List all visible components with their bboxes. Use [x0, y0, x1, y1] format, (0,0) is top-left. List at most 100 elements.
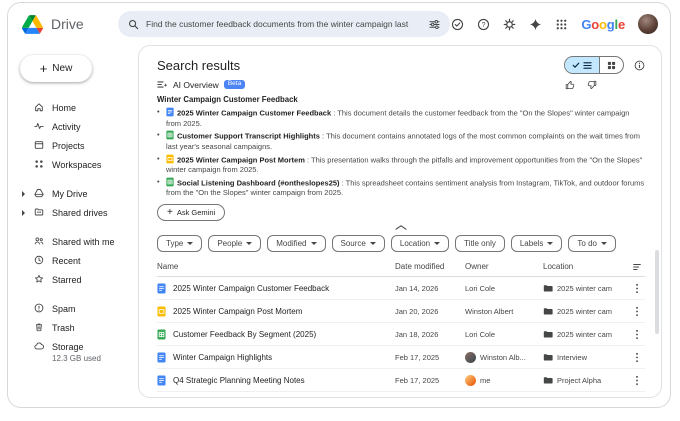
- bullet-dot: •: [157, 130, 160, 140]
- ai-file-link[interactable]: 2025 Winter Campaign Post Mortem: [166, 155, 305, 164]
- location-cell[interactable]: 2025 winter cam: [543, 284, 629, 293]
- filter-chip-modified[interactable]: Modified: [267, 235, 325, 252]
- scrollbar-thumb[interactable]: [655, 250, 659, 334]
- sidebar-item-projects[interactable]: Projects: [18, 136, 136, 155]
- sidebar-item-storage[interactable]: Storage: [18, 337, 136, 356]
- gemini-sparkle-icon[interactable]: [529, 18, 542, 31]
- filter-chip-label: Modified: [276, 239, 306, 248]
- more-options-button[interactable]: [629, 398, 645, 399]
- ask-gemini-button[interactable]: + Ask Gemini: [157, 204, 225, 221]
- settings-gear-icon[interactable]: [503, 18, 516, 31]
- sidebar-item-spam[interactable]: Spam: [18, 299, 136, 318]
- file-table-row[interactable]: Q4 Strategic Planning Meeting NotesFeb 1…: [157, 369, 645, 392]
- apps-grid-icon[interactable]: [555, 18, 568, 31]
- help-icon[interactable]: ?: [477, 18, 490, 31]
- filter-chip-to-do[interactable]: To do: [568, 235, 616, 252]
- location-cell[interactable]: Project Alpha: [543, 376, 629, 385]
- filter-chip-location[interactable]: Location: [391, 235, 449, 252]
- filter-chip-type[interactable]: Type: [157, 235, 202, 252]
- thumbs-up-icon[interactable]: [565, 80, 575, 90]
- sidebar-item-label: Storage: [52, 342, 84, 352]
- file-table-row[interactable]: Customer_Engagement_Success_Story_Agency…: [157, 392, 645, 398]
- folder-icon: [543, 307, 553, 316]
- file-table-row[interactable]: Winter Campaign HighlightsFeb 17, 2025Wi…: [157, 346, 645, 369]
- search-bar[interactable]: [118, 11, 450, 37]
- ai-file-link[interactable]: Social Listening Dashboard (#ontheslopes…: [166, 178, 340, 187]
- filter-chip-label: Title only: [464, 239, 496, 248]
- file-table-row[interactable]: Customer Feedback By Segment (2025)Jan 1…: [157, 323, 645, 346]
- more-options-button[interactable]: [629, 352, 645, 363]
- location-name: 2025 winter cam: [557, 307, 612, 316]
- column-header-date-modified[interactable]: Date modified: [395, 262, 465, 271]
- filter-chip-source[interactable]: Source: [332, 235, 385, 252]
- filter-chip-title-only[interactable]: Title only: [455, 235, 505, 252]
- location-cell[interactable]: 2025 winter cam: [543, 330, 629, 339]
- plus-icon: +: [40, 62, 48, 75]
- search-icon[interactable]: [128, 19, 139, 30]
- ai-file-name: Social Listening Dashboard (#ontheslopes…: [177, 178, 340, 187]
- file-name-cell[interactable]: Customer Feedback By Segment (2025): [157, 329, 395, 340]
- file-name: Winter Campaign Highlights: [173, 353, 272, 362]
- file-name: 2025 Winter Campaign Customer Feedback: [173, 284, 329, 293]
- account-avatar[interactable]: [638, 14, 658, 34]
- list-view-toggle[interactable]: [565, 57, 599, 73]
- more-options-button[interactable]: [629, 329, 645, 340]
- sidebar-item-workspaces[interactable]: Workspaces: [18, 155, 136, 174]
- file-type-icon: [157, 398, 166, 399]
- sidebar-item-shared-with-me[interactable]: Shared with me: [18, 232, 136, 251]
- search-input[interactable]: [146, 19, 422, 29]
- browser-window: Drive ? Google + New HomeActivityProject…: [7, 2, 671, 408]
- grid-view-toggle[interactable]: [599, 57, 623, 73]
- ai-overview-icon: [157, 79, 168, 90]
- sidebar-item-home[interactable]: Home: [18, 98, 136, 117]
- file-name-cell[interactable]: 2025 Winter Campaign Customer Feedback: [157, 283, 395, 294]
- sidebar-item-activity[interactable]: Activity: [18, 117, 136, 136]
- expand-chevron-icon[interactable]: [22, 191, 25, 197]
- folder-icon: [543, 284, 553, 293]
- location-cell[interactable]: Interview: [543, 353, 629, 362]
- sidebar-item-recent[interactable]: Recent: [18, 251, 136, 270]
- more-options-button[interactable]: [629, 306, 645, 317]
- filter-chip-people[interactable]: People: [208, 235, 261, 252]
- offline-status-icon[interactable]: [451, 18, 464, 31]
- file-name-cell[interactable]: Q4 Strategic Planning Meeting Notes: [157, 375, 395, 386]
- file-name-cell[interactable]: 2025 Winter Campaign Post Mortem: [157, 306, 395, 317]
- collapse-chevron-button[interactable]: [389, 223, 413, 232]
- new-button[interactable]: + New: [20, 55, 92, 82]
- sort-direction-icon[interactable]: [629, 262, 645, 272]
- info-icon[interactable]: [634, 60, 645, 71]
- file-name-cell[interactable]: Winter Campaign Highlights: [157, 352, 395, 363]
- sidebar-item-trash[interactable]: Trash: [18, 318, 136, 337]
- thumbs-down-icon[interactable]: [587, 80, 597, 90]
- file-table-row[interactable]: 2025 Winter Campaign Post MortemJan 20, …: [157, 300, 645, 323]
- ai-file-link[interactable]: Customer Support Transcript Highlights: [166, 132, 320, 141]
- starred-icon: [34, 274, 45, 285]
- column-header-location[interactable]: Location: [543, 262, 629, 271]
- sidebar-section: My DriveShared drives: [18, 184, 136, 222]
- more-options-button[interactable]: [629, 375, 645, 386]
- caret-down-icon: [311, 242, 317, 245]
- ai-overview-item: •2025 Winter Campaign Post Mortem : This…: [157, 154, 645, 176]
- sidebar-item-label: Spam: [52, 304, 76, 314]
- shared-drives-icon: [34, 207, 45, 218]
- sidebar-item-my-drive[interactable]: My Drive: [18, 184, 136, 203]
- file-name-cell[interactable]: Customer_Engagement_Success_Story_Agency…: [157, 398, 395, 399]
- drive-logo-icon[interactable]: [22, 15, 43, 34]
- filter-chip-label: Labels: [520, 239, 544, 248]
- more-options-button[interactable]: [629, 283, 645, 294]
- column-header-owner[interactable]: Owner: [465, 262, 543, 271]
- file-table-row[interactable]: 2025 Winter Campaign Customer FeedbackJa…: [157, 277, 645, 300]
- ai-file-link[interactable]: 2025 Winter Campaign Customer Feedback: [166, 109, 331, 118]
- expand-chevron-icon[interactable]: [22, 210, 25, 216]
- caret-down-icon: [547, 242, 553, 245]
- owner-cell: Lori Cole: [465, 284, 543, 293]
- sidebar-item-shared-drives[interactable]: Shared drives: [18, 203, 136, 222]
- location-cell[interactable]: 2025 winter cam: [543, 307, 629, 316]
- sidebar-item-starred[interactable]: Starred: [18, 270, 136, 289]
- column-header-name[interactable]: Name: [157, 262, 395, 271]
- file-type-icon: [166, 132, 177, 141]
- storage-icon: [34, 341, 45, 352]
- search-options-tune-icon[interactable]: [429, 19, 440, 30]
- file-table-body: 2025 Winter Campaign Customer FeedbackJa…: [157, 277, 645, 398]
- filter-chip-labels[interactable]: Labels: [511, 235, 563, 252]
